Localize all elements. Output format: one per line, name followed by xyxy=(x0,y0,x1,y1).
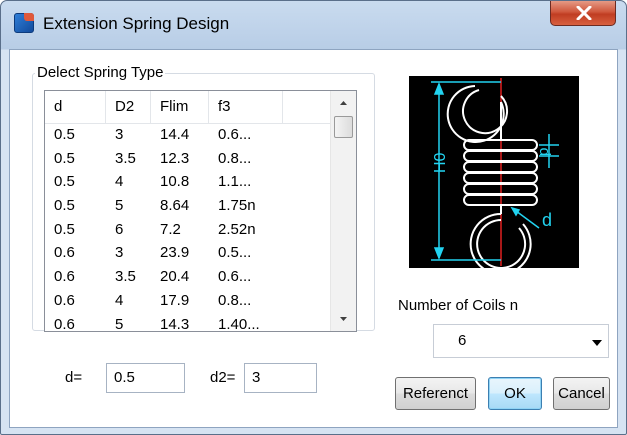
table-cell: 0.6 xyxy=(54,315,75,332)
reference-button[interactable]: Referenct xyxy=(395,377,476,410)
scroll-up-button[interactable] xyxy=(331,91,356,115)
table-cell: 0.8... xyxy=(218,291,252,309)
upper-hook-outer xyxy=(446,85,505,143)
table-cell: 0.6... xyxy=(218,126,252,143)
table-cell: 0.5 xyxy=(54,149,75,167)
table-row[interactable]: 0.6 3 23.9 0.5... xyxy=(45,241,330,265)
table-row[interactable]: 0.6 4 17.9 0.8... xyxy=(45,289,330,313)
table-cell: 3 xyxy=(115,126,124,143)
diagram-label-d: d xyxy=(542,210,552,230)
table-row[interactable]: 0.6 5 14.3 1.40... xyxy=(45,313,330,332)
table-cell: 0.5 xyxy=(54,126,75,143)
table-cell: 0.6 xyxy=(54,291,75,309)
table-cell: 1.1... xyxy=(218,173,252,191)
spring-diagram-image: H0 p d xyxy=(409,76,579,275)
table-cell: 5 xyxy=(115,315,124,332)
table-cell: 20.4 xyxy=(160,268,190,286)
cancel-button[interactable]: Cancel xyxy=(553,377,610,410)
table-cell: 10.8 xyxy=(160,173,190,191)
table-row[interactable]: 0.5 3.5 12.3 0.8... xyxy=(45,147,330,171)
list-scrollbar[interactable] xyxy=(330,91,356,331)
table-cell: 7.2 xyxy=(160,220,181,238)
table-cell: 14.3 xyxy=(160,315,190,332)
table-cell: 4 xyxy=(115,173,124,191)
scroll-down-button[interactable] xyxy=(331,307,356,331)
table-cell: 17.9 xyxy=(160,291,190,309)
d2-label: d2= xyxy=(210,369,236,386)
table-cell: 0.5... xyxy=(218,244,252,262)
close-icon xyxy=(576,6,592,20)
table-cell: 12.3 xyxy=(160,149,190,167)
scroll-down-arrow-icon xyxy=(340,317,347,321)
window-title: Extension Spring Design xyxy=(43,14,230,33)
diagram-label-h0: H0 xyxy=(432,152,449,173)
table-cell: 0.6 xyxy=(54,244,75,262)
table-cell: 23.9 xyxy=(160,244,190,262)
table-cell: 4 xyxy=(115,291,124,309)
app-logo-icon xyxy=(14,13,34,33)
title-bar[interactable]: Extension Spring Design xyxy=(1,1,626,49)
spring-type-list[interactable]: d D2 Flim f3 0.5 3 14.4 0.6... 0.5 3.5 12.3 0.8… xyxy=(44,90,357,332)
list-header: d D2 Flim f3 xyxy=(45,91,330,124)
table-cell: 6 xyxy=(115,220,124,238)
table-row[interactable]: 0.5 3 14.4 0.6... xyxy=(45,123,330,147)
table-cell: 0.5 xyxy=(54,220,75,238)
column-header-d[interactable]: d xyxy=(45,91,106,123)
table-cell: 8.64 xyxy=(160,197,190,215)
table-cell: 0.6 xyxy=(54,268,75,286)
chevron-down-icon xyxy=(592,340,602,346)
d2-input[interactable]: 3 xyxy=(244,363,317,393)
table-row[interactable]: 0.5 4 10.8 1.1... xyxy=(45,170,330,194)
table-cell: 0.5 xyxy=(54,197,75,215)
table-cell: 14.4 xyxy=(160,126,190,143)
coils-label: Number of Coils n xyxy=(398,297,519,314)
coils-dropdown[interactable]: 6 xyxy=(433,324,609,358)
coils-selected-value: 6 xyxy=(458,332,467,349)
table-cell: 1.40... xyxy=(218,315,260,332)
close-button[interactable] xyxy=(550,1,616,26)
scroll-thumb[interactable] xyxy=(334,116,353,138)
diagram-label-p: p xyxy=(535,148,552,156)
table-cell: 0.8... xyxy=(218,149,252,167)
table-cell: 0.6... xyxy=(218,268,252,286)
list-rows: 0.5 3 14.4 0.6... 0.5 3.5 12.3 0.8... 0.5 4 10.8 1.… xyxy=(45,123,330,332)
ok-button[interactable]: OK xyxy=(488,377,542,410)
spring-type-group-label: Delect Spring Type xyxy=(35,64,166,82)
table-row[interactable]: 0.5 5 8.64 1.75n xyxy=(45,194,330,218)
scroll-up-arrow-icon xyxy=(340,101,347,105)
column-header-d2[interactable]: D2 xyxy=(106,91,151,123)
d-input[interactable]: 0.5 xyxy=(106,363,185,393)
table-cell: 0.5 xyxy=(54,173,75,191)
table-row[interactable]: 0.5 6 7.2 2.52n xyxy=(45,218,330,242)
table-cell: 3.5 xyxy=(115,149,136,167)
column-header-flim[interactable]: Flim xyxy=(151,91,209,123)
d-label: d= xyxy=(65,369,83,386)
table-row[interactable]: 0.6 3.5 20.4 0.6... xyxy=(45,265,330,289)
spring-coils xyxy=(463,139,538,206)
table-cell: 3.5 xyxy=(115,268,136,286)
dialog-window: Extension Spring Design Delect Spring Ty… xyxy=(0,0,627,435)
table-cell: 2.52n xyxy=(218,220,256,238)
table-cell: 5 xyxy=(115,197,124,215)
column-header-f3[interactable]: f3 xyxy=(209,91,283,123)
table-cell: 3 xyxy=(115,244,124,262)
table-cell: 1.75n xyxy=(218,197,256,215)
